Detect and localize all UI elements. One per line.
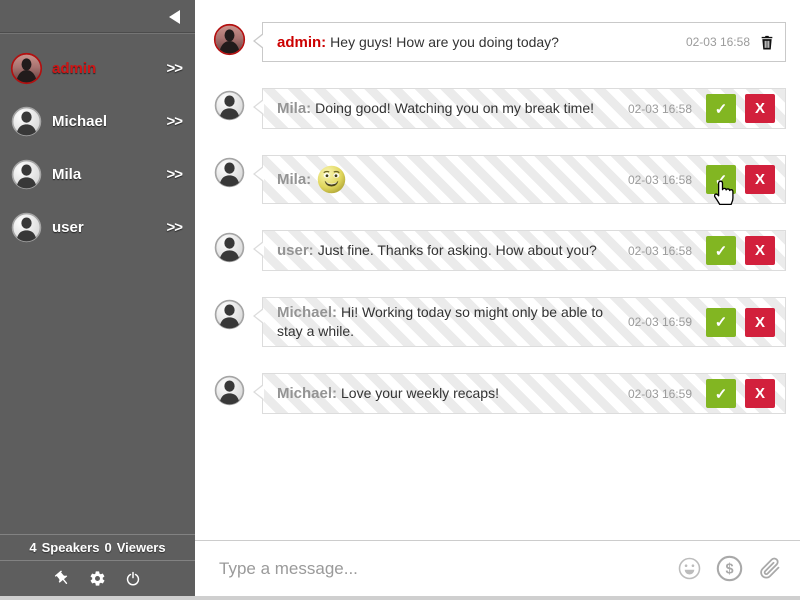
sidebar-user-admin[interactable]: admin >> <box>0 42 195 95</box>
default-user-avatar-icon <box>10 211 43 244</box>
default-user-avatar-icon <box>10 158 43 191</box>
sidebar-user-michael[interactable]: Michael >> <box>0 95 195 148</box>
message-bubble-pending: user:Just fine. Thanks for asking. How a… <box>262 230 786 271</box>
message-timestamp: 02-03 16:58 <box>628 244 692 258</box>
message-author: user: <box>277 242 314 259</box>
user-list: admin >> Michael >> <box>0 33 195 254</box>
message-row-admin: admin:Hey guys! How are you doing today?… <box>213 22 786 62</box>
default-user-avatar-icon <box>10 105 43 138</box>
chat-main-panel: admin:Hey guys! How are you doing today?… <box>195 0 800 596</box>
user-expand-chevron[interactable]: >> <box>166 219 185 236</box>
default-user-avatar-icon <box>213 374 246 407</box>
sidebar-spacer <box>0 254 195 534</box>
message-timestamp: 02-03 16:59 <box>628 315 692 329</box>
dollar-icon: $ <box>715 554 744 583</box>
smiley-icon <box>677 556 702 581</box>
message-composer: $ <box>195 540 800 596</box>
delete-message-button[interactable] <box>759 34 775 51</box>
paperclip-icon <box>757 556 782 581</box>
attach-file-button[interactable] <box>757 556 782 581</box>
message-timestamp: 02-03 16:59 <box>628 387 692 401</box>
reject-message-button[interactable]: X <box>745 236 775 265</box>
user-expand-chevron[interactable]: >> <box>166 166 185 183</box>
chat-application-window: admin >> Michael >> <box>0 0 800 600</box>
viewers-count: 0 <box>104 540 111 555</box>
message-text: Just fine. Thanks for asking. How about … <box>318 242 597 258</box>
message-list: admin:Hey guys! How are you doing today?… <box>195 0 800 540</box>
reject-message-button[interactable]: X <box>745 94 775 123</box>
message-bubble-pending: Mila: <box>262 155 786 204</box>
approve-message-button[interactable]: ✓ <box>706 236 736 265</box>
settings-button[interactable] <box>89 570 107 588</box>
donation-button[interactable]: $ <box>715 554 744 583</box>
approve-message-button[interactable]: ✓ <box>706 308 736 337</box>
power-icon <box>125 571 141 587</box>
user-name: Michael <box>52 113 166 130</box>
message-author: Mila: <box>277 170 311 189</box>
message-row-pending: Mila:Doing good! Watching you on my brea… <box>213 88 786 129</box>
user-name: admin <box>52 60 166 77</box>
user-list-sidebar: admin >> Michael >> <box>0 0 195 596</box>
message-row-pending: user:Just fine. Thanks for asking. How a… <box>213 230 786 271</box>
default-user-avatar-icon <box>213 89 246 122</box>
grinning-smiley-emoji <box>315 163 348 196</box>
svg-text:$: $ <box>725 562 733 578</box>
message-text: Love your weekly recaps! <box>341 385 499 401</box>
pin-button[interactable] <box>54 570 72 588</box>
message-text: Doing good! Watching you on my break tim… <box>315 100 594 116</box>
default-user-avatar-icon <box>213 231 246 264</box>
admin-avatar-photo <box>213 23 246 56</box>
gear-icon <box>89 570 106 587</box>
message-bubble-pending: Michael:Hi! Working today so might only … <box>262 297 786 347</box>
window-bottom-edge <box>0 596 800 600</box>
reject-message-button[interactable]: X <box>745 165 775 194</box>
approve-message-button[interactable]: ✓ <box>706 94 736 123</box>
message-row-pending: Michael:Hi! Working today so might only … <box>213 297 786 347</box>
message-timestamp: 02-03 16:58 <box>628 173 692 187</box>
room-stats-bar: 4 Speakers 0 Viewers <box>0 534 195 561</box>
message-author: Mila: <box>277 100 311 117</box>
user-expand-chevron[interactable]: >> <box>166 113 185 130</box>
message-bubble: admin:Hey guys! How are you doing today?… <box>262 22 786 62</box>
message-timestamp: 02-03 16:58 <box>628 102 692 116</box>
sidebar-action-bar <box>0 561 195 596</box>
sidebar-topbar <box>0 0 195 33</box>
message-author: Michael: <box>277 385 337 402</box>
message-input[interactable] <box>195 559 677 579</box>
collapse-arrow-left-icon <box>169 10 180 24</box>
speakers-label: Speakers <box>42 540 100 555</box>
message-row-pending-emoji: Mila: <box>213 155 786 204</box>
message-author: Michael: <box>277 304 337 321</box>
approve-message-button[interactable]: ✓ <box>706 379 736 408</box>
reject-message-button[interactable]: X <box>745 379 775 408</box>
message-bubble-pending: Michael:Love your weekly recaps! 02-03 1… <box>262 373 786 414</box>
default-user-avatar-icon <box>213 156 246 189</box>
message-row-pending: Michael:Love your weekly recaps! 02-03 1… <box>213 373 786 414</box>
default-user-avatar-icon <box>213 298 246 331</box>
user-expand-chevron[interactable]: >> <box>166 60 185 77</box>
message-timestamp: 02-03 16:58 <box>686 35 750 49</box>
sidebar-user-mila[interactable]: Mila >> <box>0 148 195 201</box>
reject-message-button[interactable]: X <box>745 308 775 337</box>
speakers-count: 4 <box>29 540 36 555</box>
trash-icon <box>759 34 775 51</box>
emoji-picker-button[interactable] <box>677 556 702 581</box>
approve-message-button[interactable]: ✓ <box>706 165 736 194</box>
message-text: Hey guys! How are you doing today? <box>330 34 559 50</box>
message-author: admin: <box>277 34 326 51</box>
user-name: user <box>52 219 166 236</box>
message-bubble-pending: Mila:Doing good! Watching you on my brea… <box>262 88 786 129</box>
viewers-label: Viewers <box>117 540 166 555</box>
user-name: Mila <box>52 166 166 183</box>
pin-icon <box>54 570 71 587</box>
sidebar-user-user[interactable]: user >> <box>0 201 195 254</box>
power-button[interactable] <box>124 570 142 588</box>
composer-icon-bar: $ <box>677 554 782 583</box>
admin-avatar-photo <box>10 52 43 85</box>
sidebar-collapse-button[interactable] <box>169 10 183 24</box>
